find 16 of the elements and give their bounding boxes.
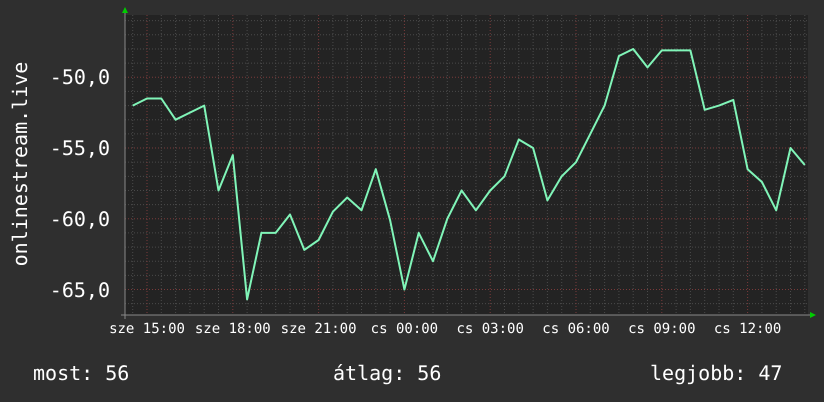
y-tick-label: -60,0 (48, 208, 110, 229)
x-tick-label: sze 21:00 (280, 322, 358, 336)
y-tick-label: -50,0 (48, 67, 110, 88)
y-tick-label: -65,0 (48, 280, 110, 300)
stat-text: legjobb: 47 (650, 363, 782, 383)
y-tick-label: -55,0 (48, 138, 110, 158)
x-tick-label: cs 12:00 (712, 322, 782, 336)
x-tick-label: cs 00:00 (370, 322, 440, 336)
axis-title: onlinestream.live (10, 62, 30, 266)
x-tick-label: sze 18:00 (194, 322, 272, 336)
x-tick-label: sze 15:00 (108, 322, 186, 336)
x-tick-label: cs 09:00 (627, 322, 697, 336)
stat-text: most: 56 (33, 363, 130, 383)
stat-text: átlag: 56 (333, 363, 442, 383)
x-tick-label: cs 03:00 (455, 322, 525, 336)
x-tick-label: cs 06:00 (541, 322, 611, 336)
